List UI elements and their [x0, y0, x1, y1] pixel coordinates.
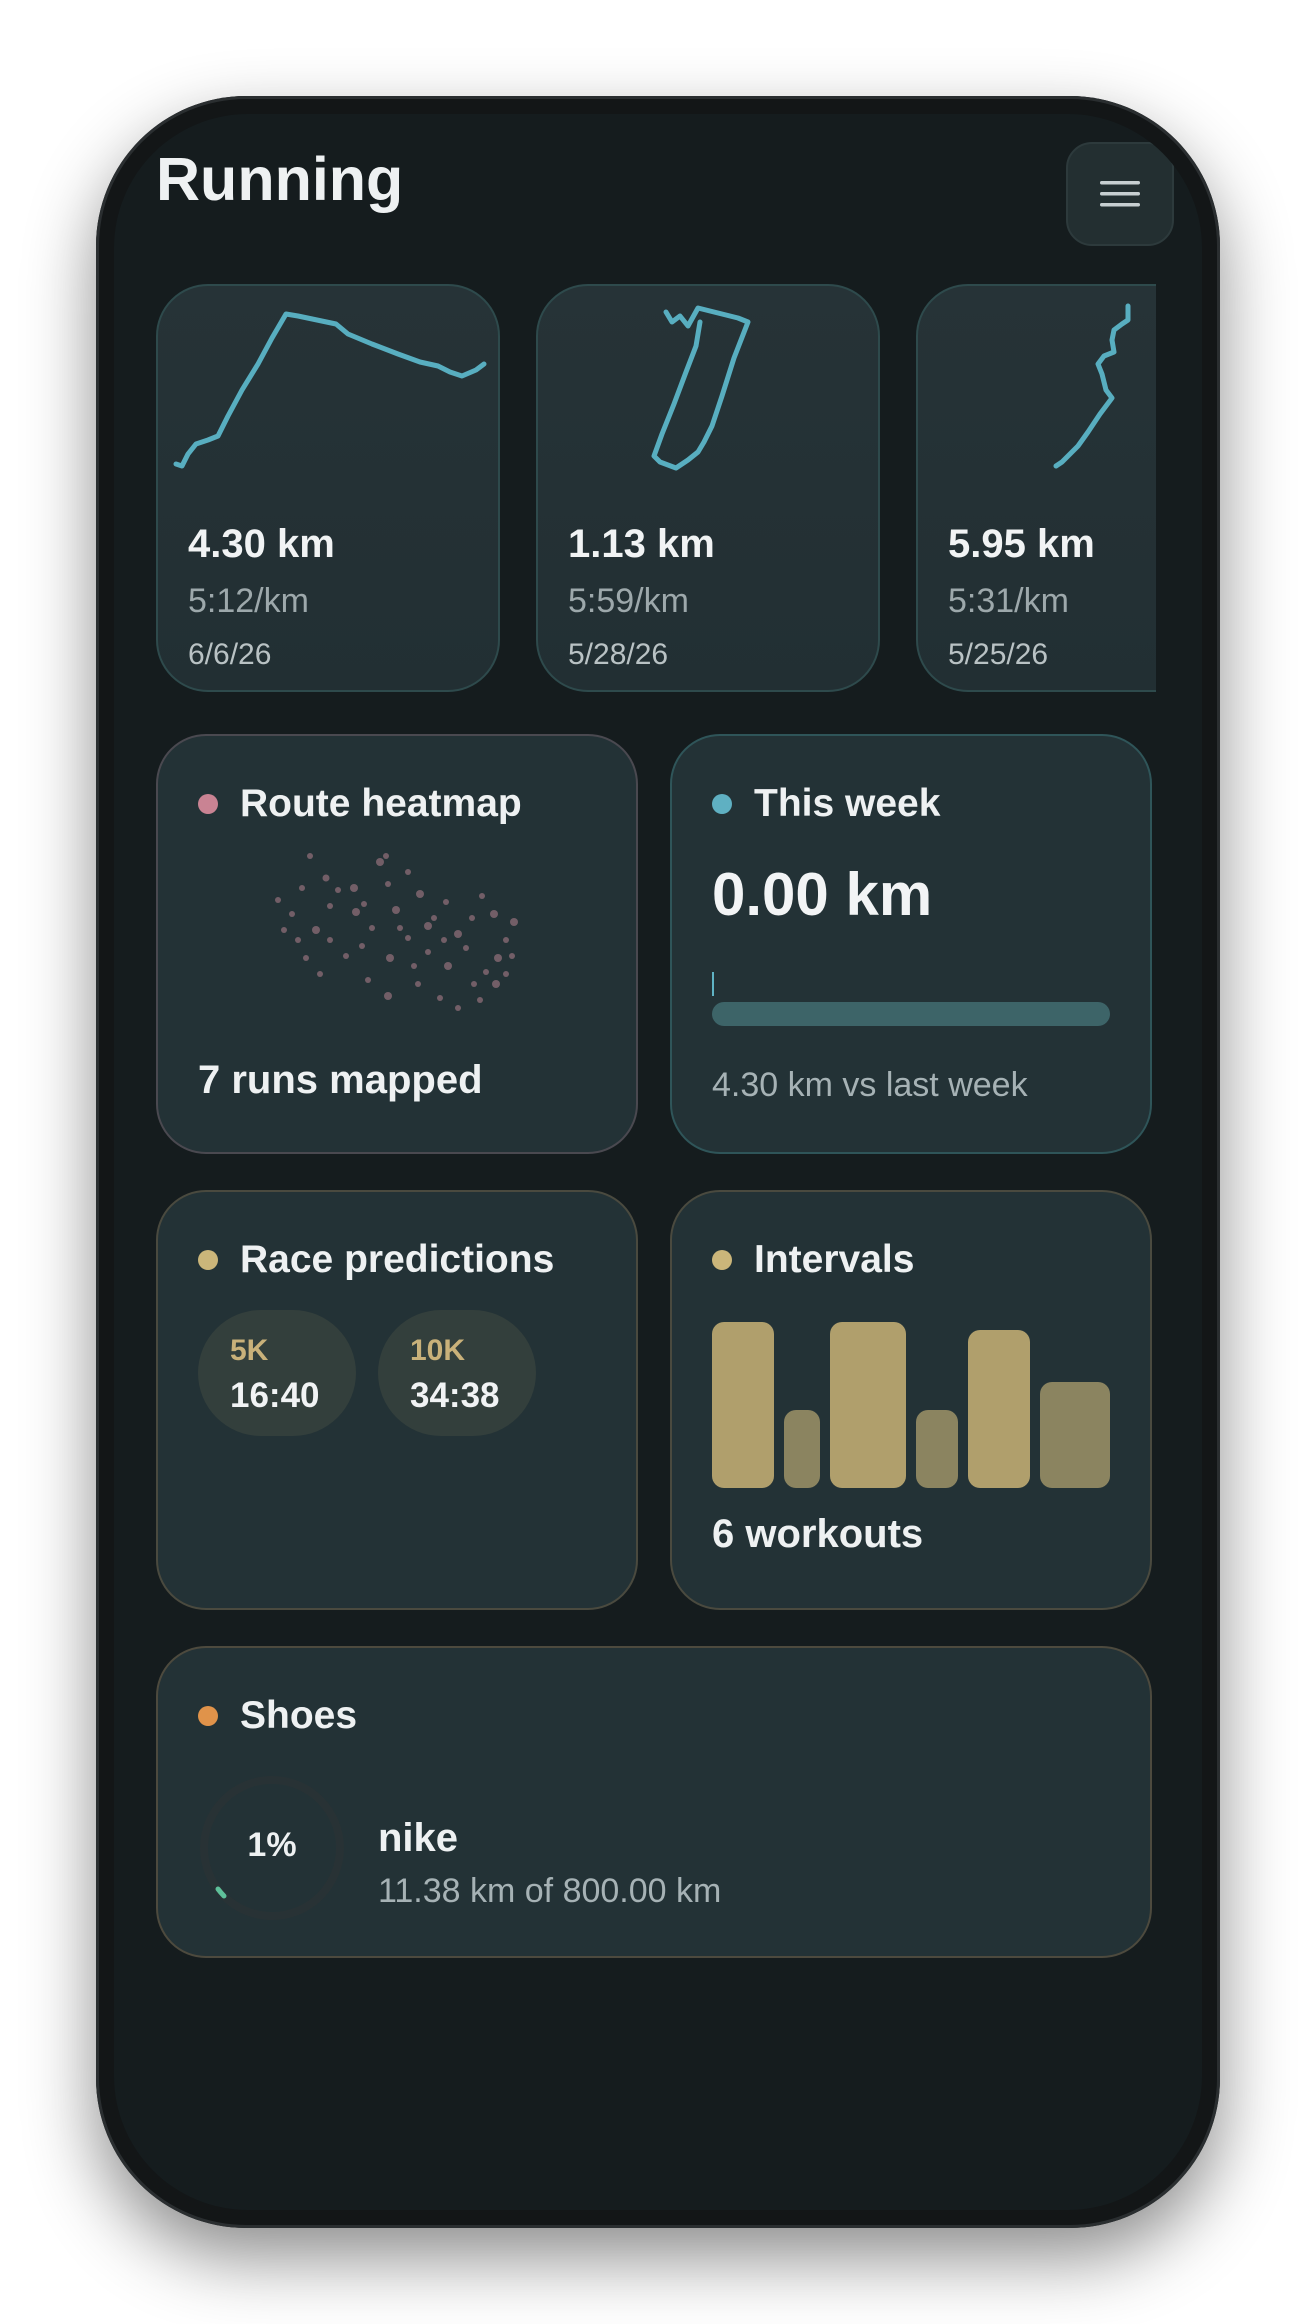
- run-date: 6/6/26: [188, 638, 272, 671]
- race-predictions-dot: [198, 1250, 218, 1270]
- intervals-dot: [712, 1250, 732, 1270]
- run-date: 5/25/26: [948, 638, 1049, 671]
- weekly-progress-bar: [712, 1002, 1110, 1026]
- week-comparison: 4.30 km vs last week: [712, 1066, 1028, 1104]
- route-heatmap-card[interactable]: Route heatmap 7 runs mapped: [156, 734, 638, 1154]
- prediction-time: 34:38: [410, 1376, 500, 1415]
- run-distance: 4.30 km: [188, 522, 335, 566]
- heatmap-title: Route heatmap: [240, 782, 522, 825]
- interval-bar: [712, 1322, 774, 1488]
- phone-frame: Running 4.30 km 5:12/km 6/6/26 1.13 km 5…: [96, 96, 1220, 2228]
- shoe-usage-percent: 1%: [247, 1826, 297, 1864]
- prediction-time: 16:40: [230, 1376, 320, 1415]
- run-card[interactable]: 1.13 km 5:59/km 5/28/26: [536, 284, 880, 692]
- menu-button[interactable]: [1066, 142, 1174, 246]
- route-map-thumbnail: [1053, 303, 1131, 469]
- hamburger-menu-icon: [1100, 181, 1140, 207]
- progress-indicator: [712, 972, 714, 996]
- shoes-card[interactable]: Shoes 1% nike 11.38 km of 800.00 km: [156, 1646, 1152, 1958]
- page-title: Running: [156, 145, 404, 213]
- app-screen: Running 4.30 km 5:12/km 6/6/26 1.13 km 5…: [114, 114, 1202, 2210]
- shoe-name: nike: [378, 1816, 459, 1860]
- route-map-thumbnail: [173, 311, 487, 469]
- interval-bar: [1040, 1382, 1110, 1488]
- heatmap-dot: [198, 794, 218, 814]
- run-distance: 1.13 km: [568, 522, 715, 566]
- run-card[interactable]: 4.30 km 5:12/km 6/6/26: [156, 284, 500, 692]
- intervals-footer: 6 workouts: [712, 1512, 924, 1556]
- this-week-card[interactable]: This week 0.00 km 4.30 km vs last week: [670, 734, 1152, 1154]
- intervals-card[interactable]: Intervals 6 workouts: [670, 1190, 1152, 1610]
- prediction-chip-5k: 5K 16:40: [198, 1310, 356, 1436]
- prediction-distance: 5K: [230, 1334, 269, 1367]
- this-week-distance: 0.00 km: [712, 861, 933, 928]
- shoes-dot: [198, 1706, 218, 1726]
- run-pace: 5:31/km: [948, 582, 1069, 620]
- heatmap-footer: 7 runs mapped: [198, 1058, 483, 1102]
- recent-runs-carousel[interactable]: 4.30 km 5:12/km 6/6/26 1.13 km 5:59/km 5…: [156, 284, 1156, 696]
- prediction-chip-10k: 10K 34:38: [378, 1310, 536, 1436]
- shoes-title: Shoes: [240, 1694, 358, 1737]
- route-map-thumbnail: [651, 305, 751, 471]
- run-card[interactable]: 5.95 km 5:31/km 5/25/26: [916, 284, 1156, 692]
- interval-bar: [784, 1410, 820, 1488]
- race-predictions-card[interactable]: Race predictions 5K 16:40 10K 34:38: [156, 1190, 638, 1610]
- interval-bar: [968, 1330, 1030, 1488]
- shoe-usage: 11.38 km of 800.00 km: [378, 1872, 722, 1910]
- prediction-distance: 10K: [410, 1334, 466, 1367]
- run-date: 5/28/26: [568, 638, 669, 671]
- run-pace: 5:59/km: [568, 582, 689, 620]
- heatmap-scatter: [275, 853, 518, 1011]
- this-week-dot: [712, 794, 732, 814]
- race-predictions-title: Race predictions: [240, 1238, 555, 1281]
- run-distance: 5.95 km: [948, 522, 1095, 566]
- this-week-title: This week: [754, 782, 941, 825]
- intervals-title: Intervals: [754, 1238, 915, 1281]
- interval-bar: [830, 1322, 906, 1488]
- run-pace: 5:12/km: [188, 582, 309, 620]
- interval-bar: [916, 1410, 958, 1488]
